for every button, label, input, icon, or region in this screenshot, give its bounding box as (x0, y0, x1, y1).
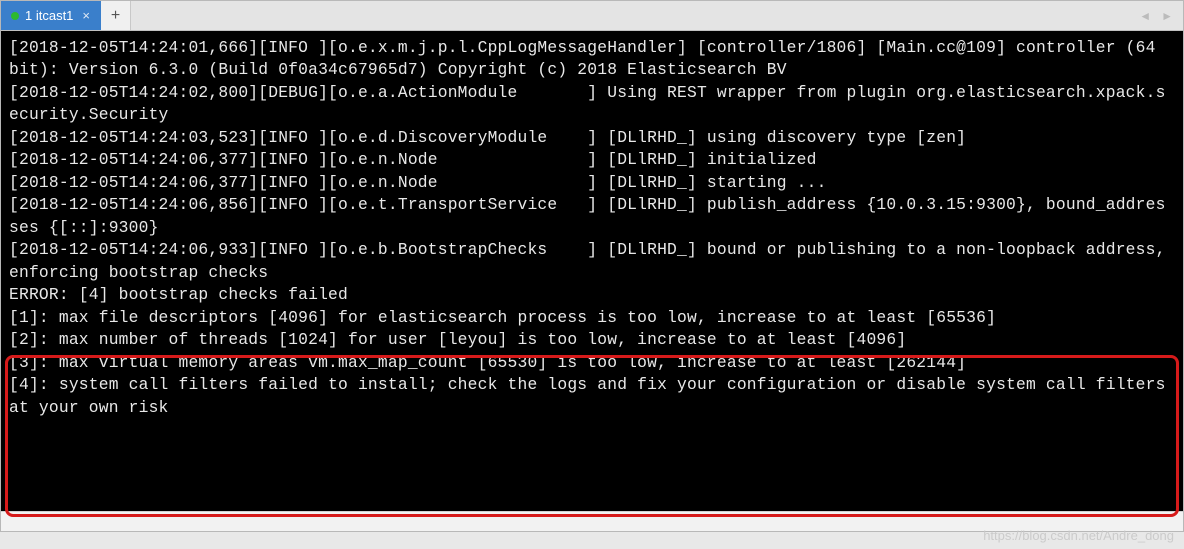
terminal-window: 1 itcast1 × + ◄ ► [2018-12-05T14:24:01,6… (0, 0, 1184, 532)
status-dot-icon (11, 12, 19, 20)
new-tab-button[interactable]: + (101, 1, 131, 30)
close-icon[interactable]: × (79, 8, 93, 23)
tab-itcast1[interactable]: 1 itcast1 × (1, 1, 101, 30)
terminal-output[interactable]: [2018-12-05T14:24:01,666][INFO ][o.e.x.m… (1, 31, 1183, 511)
tab-bar: 1 itcast1 × + ◄ ► (1, 1, 1183, 31)
tab-label: 1 itcast1 (25, 8, 73, 23)
error-highlight-box (5, 355, 1179, 517)
nav-left-icon[interactable]: ◄ (1135, 7, 1155, 25)
nav-right-icon[interactable]: ► (1157, 7, 1177, 25)
plus-icon: + (111, 7, 120, 25)
tab-nav-arrows: ◄ ► (1135, 1, 1177, 31)
watermark-text: https://blog.csdn.net/Andre_dong (983, 528, 1174, 543)
